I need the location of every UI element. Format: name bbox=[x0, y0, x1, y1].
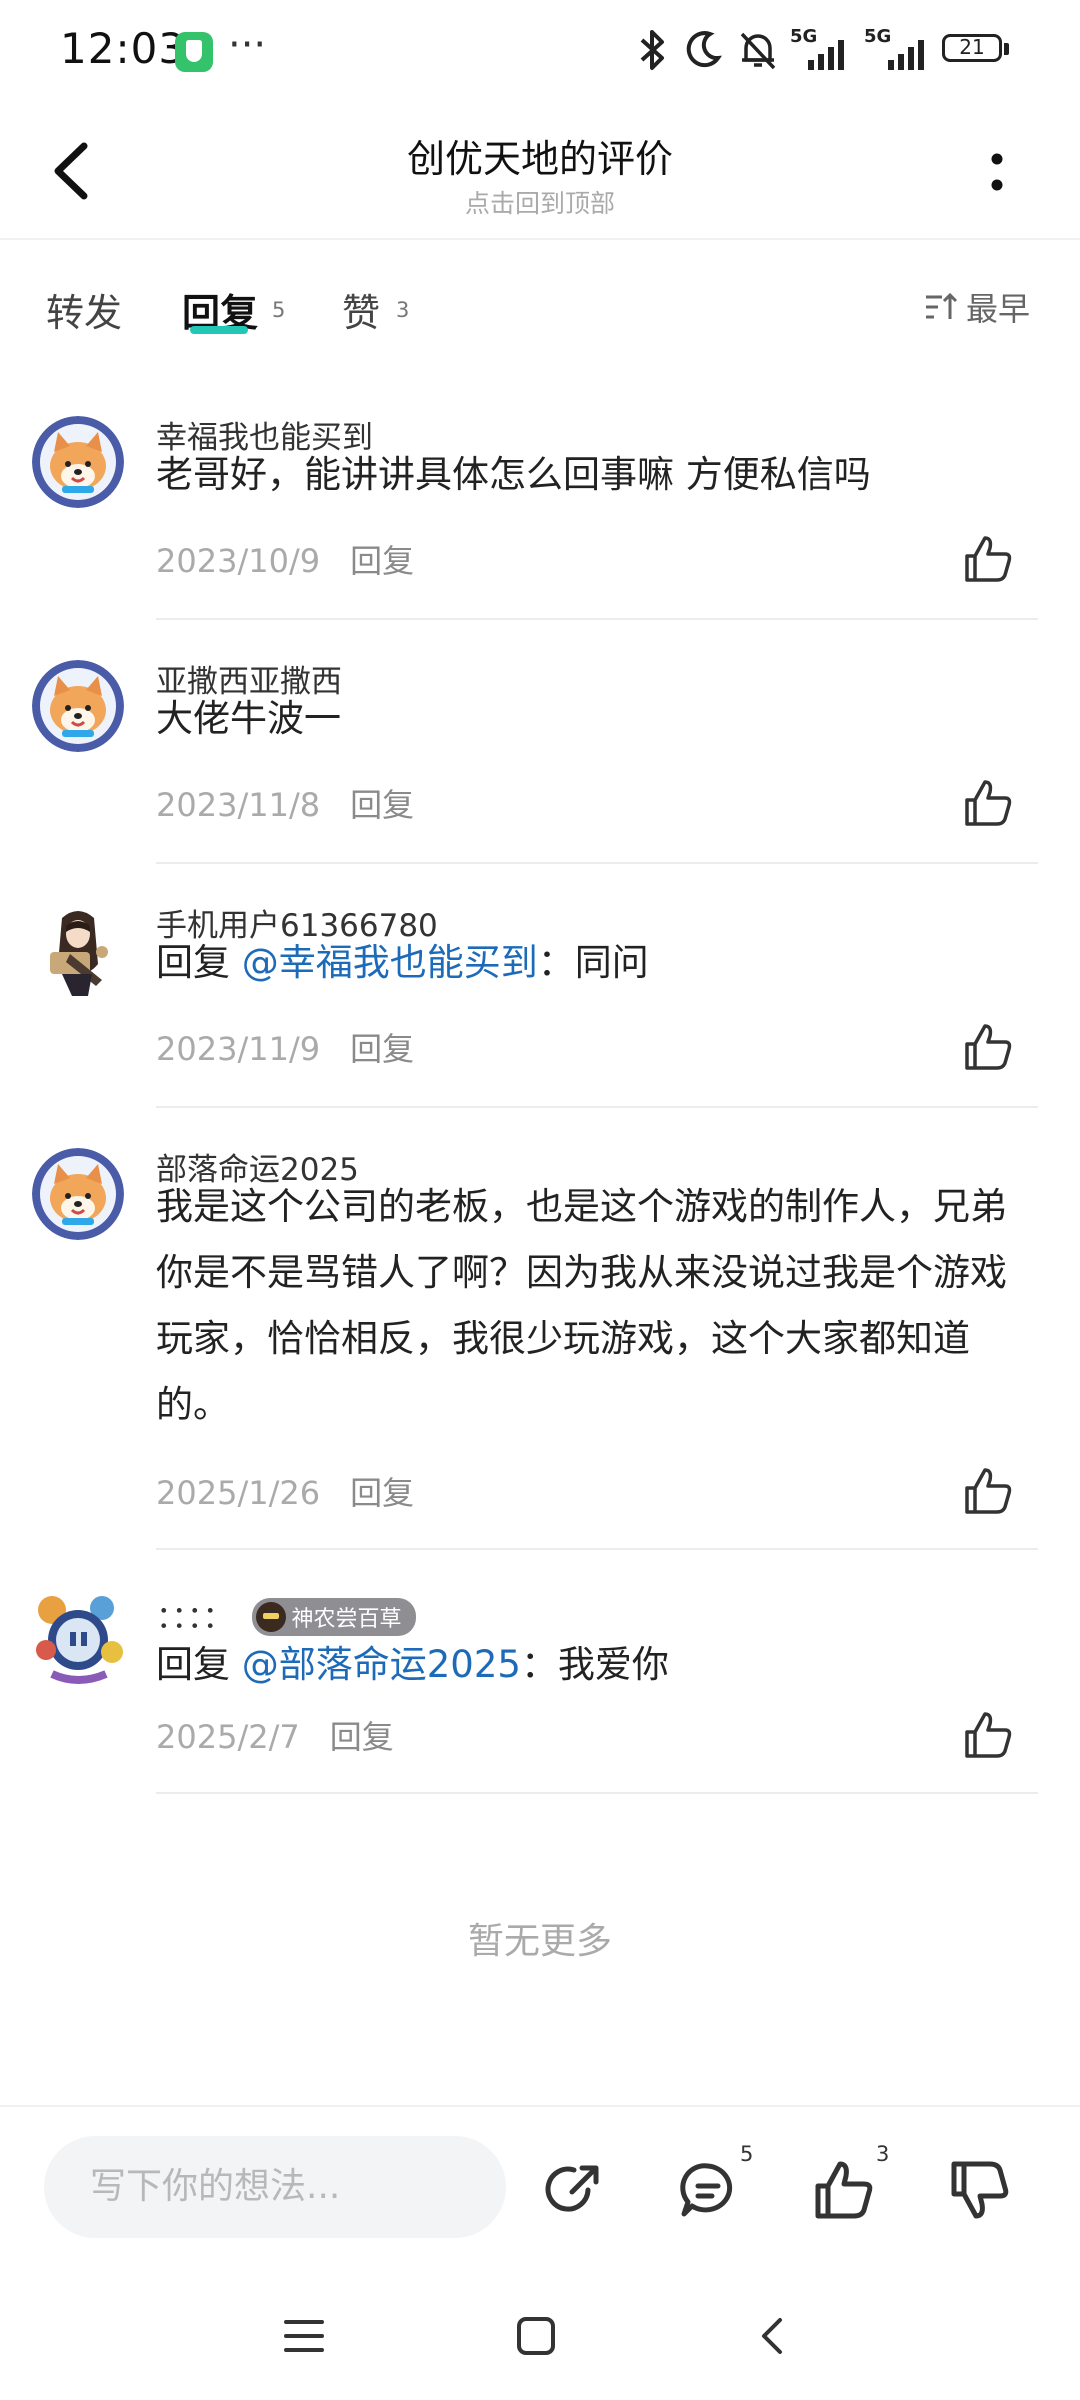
shiba-avatar-icon bbox=[32, 660, 124, 752]
avatar[interactable] bbox=[32, 416, 124, 508]
security-shield-icon bbox=[175, 32, 213, 72]
comment-divider bbox=[156, 618, 1038, 620]
sort-icon bbox=[926, 292, 958, 319]
cellular-signal-2-icon: 5G bbox=[864, 26, 930, 72]
mention-link[interactable]: @部落命运2025 bbox=[242, 1643, 521, 1686]
reply-prefix: 回复 bbox=[156, 1643, 242, 1686]
comment-input[interactable]: 写下你的想法... bbox=[44, 2136, 506, 2238]
like-thumb-icon[interactable] bbox=[963, 1022, 1013, 1072]
comment-bubble-icon[interactable] bbox=[678, 2160, 738, 2220]
comment-meta: 2025/2/7 回复 bbox=[156, 1712, 394, 1758]
like-icon[interactable] bbox=[814, 2160, 874, 2220]
battery-icon: 21 bbox=[942, 34, 1012, 66]
avatar[interactable] bbox=[28, 1588, 128, 1688]
tab-reply-count: 5 bbox=[272, 298, 286, 322]
do-not-disturb-moon-icon bbox=[686, 31, 722, 68]
tab-forward[interactable]: 转发 bbox=[46, 282, 122, 337]
reply-button[interactable]: 回复 bbox=[350, 1474, 414, 1512]
header-divider bbox=[0, 238, 1080, 240]
sort-button[interactable]: 最早 bbox=[924, 284, 1030, 330]
anime-girl-avatar-icon bbox=[50, 911, 108, 996]
like-thumb-icon[interactable] bbox=[963, 1466, 1013, 1516]
comment-divider bbox=[156, 862, 1038, 864]
like-thumb-icon[interactable] bbox=[963, 1710, 1013, 1760]
tab-like[interactable]: 赞 bbox=[342, 282, 380, 337]
comment-text: 老哥好，能讲讲具体怎么回事嘛 方便私信吗 bbox=[156, 453, 871, 496]
cellular-signal-1-icon: 5G bbox=[790, 26, 848, 72]
more-options-icon[interactable] bbox=[990, 152, 1004, 192]
mention-link[interactable]: @幸福我也能买到 bbox=[242, 941, 538, 984]
comment-count: 5 bbox=[740, 2142, 754, 2166]
comment-date: 2023/10/9 bbox=[156, 542, 321, 580]
comment-date: 2025/2/7 bbox=[156, 1718, 300, 1756]
sort-label: 最早 bbox=[966, 290, 1031, 328]
reply-button[interactable]: 回复 bbox=[350, 542, 414, 580]
comment-divider bbox=[156, 1792, 1038, 1794]
page-title[interactable]: 创优天地的评价 bbox=[0, 128, 1080, 183]
comment-text: 大佬牛波一 bbox=[156, 697, 341, 740]
more-notifications-icon: ··· bbox=[228, 22, 267, 68]
no-more-text: 暂无更多 bbox=[467, 1921, 612, 1962]
battery-level: 21 bbox=[959, 35, 985, 59]
game-character-avatar-icon bbox=[36, 1596, 123, 1684]
comment-divider bbox=[156, 1548, 1038, 1550]
reply-text: ：同问 bbox=[537, 941, 649, 984]
bluetooth-icon bbox=[640, 30, 664, 70]
like-thumb-icon[interactable] bbox=[963, 778, 1013, 828]
comment-text: 回复 @幸福我也能买到：同问 bbox=[156, 930, 1026, 996]
menu-nav-icon[interactable] bbox=[284, 2316, 324, 2356]
status-time: 12:03 bbox=[60, 24, 187, 73]
avatar[interactable] bbox=[32, 1148, 124, 1240]
tab-like-count: 3 bbox=[396, 298, 410, 322]
comment-text: 回复 @部落命运2025：我爱你 bbox=[156, 1632, 1026, 1698]
badge-label: 神农尝百草 bbox=[291, 1606, 402, 1632]
scroll-to-top-hint[interactable]: 点击回到顶部 bbox=[0, 184, 1080, 220]
avatar[interactable] bbox=[32, 904, 124, 996]
reply-button[interactable]: 回复 bbox=[350, 1030, 414, 1068]
comment-meta: 2023/11/9 回复 bbox=[156, 1024, 414, 1070]
avatar[interactable] bbox=[32, 660, 124, 752]
bottom-bar-divider bbox=[0, 2105, 1080, 2107]
author-name: ：：：： bbox=[156, 1600, 234, 1636]
back-nav-icon[interactable] bbox=[752, 2316, 792, 2356]
badge-icon bbox=[255, 1601, 286, 1632]
reply-text: ：我爱你 bbox=[520, 1643, 669, 1686]
like-thumb-icon[interactable] bbox=[963, 534, 1013, 584]
reply-button[interactable]: 回复 bbox=[350, 786, 414, 824]
comment-date: 2023/11/9 bbox=[156, 1030, 321, 1068]
comment-meta: 2023/11/8 回复 bbox=[156, 780, 414, 826]
share-icon[interactable] bbox=[544, 2160, 604, 2220]
comment-meta: 2025/1/26 回复 bbox=[156, 1468, 414, 1514]
active-tab-indicator bbox=[190, 326, 248, 334]
title-badge: 神农尝百草 bbox=[251, 1597, 416, 1636]
comment-date: 2023/11/8 bbox=[156, 786, 321, 824]
shiba-avatar-icon bbox=[32, 1148, 124, 1240]
reply-button[interactable]: 回复 bbox=[330, 1718, 394, 1756]
shiba-avatar-icon bbox=[32, 416, 124, 508]
mute-bell-icon bbox=[740, 32, 776, 70]
dislike-icon[interactable] bbox=[950, 2160, 1010, 2220]
home-nav-icon[interactable] bbox=[516, 2316, 556, 2356]
comment-divider bbox=[156, 1106, 1038, 1108]
reply-prefix: 回复 bbox=[156, 941, 242, 984]
comment-date: 2025/1/26 bbox=[156, 1474, 321, 1512]
status-bar: 12:03 ··· 5G 5G 21 bbox=[0, 0, 1080, 100]
like-count: 3 bbox=[876, 2142, 890, 2166]
comment-text: 我是这个公司的老板，也是这个游戏的制作人，兄弟你是不是骂错人了啊？因为我从来没说… bbox=[156, 1185, 1007, 1426]
comment-meta: 2023/10/9 回复 bbox=[156, 536, 414, 582]
